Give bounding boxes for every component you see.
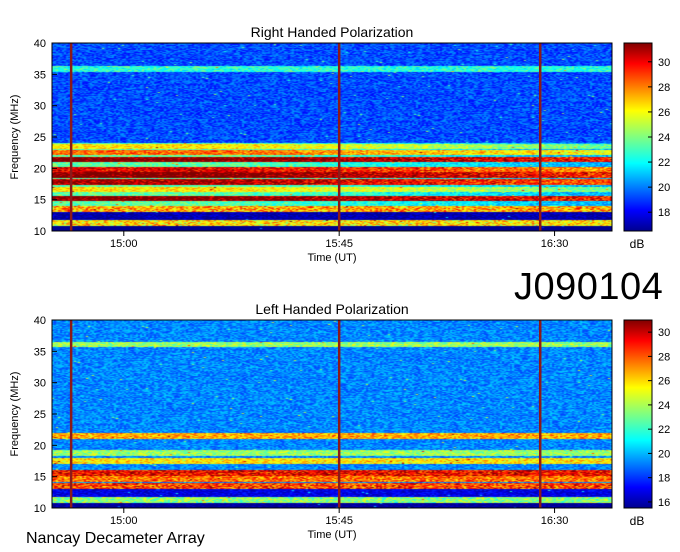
- colorbar-tick-label: 30: [658, 327, 670, 339]
- panel-title: Left Handed Polarization: [255, 301, 408, 317]
- x-tick-label: 15:45: [325, 238, 353, 250]
- x-axis: 15:00 15:45 16:30: [110, 508, 568, 527]
- y-tick-label: 30: [34, 378, 46, 390]
- y-axis-label: Frequency (MHz): [9, 95, 21, 180]
- colorbar-tick-label: 26: [658, 376, 670, 388]
- panel-right-polarization: Right Handed Polarization 10 15 20 25 30 35 40…: [9, 24, 670, 264]
- y-tick-label: 20: [34, 440, 46, 452]
- y-axis-label: Frequency (MHz): [9, 372, 21, 457]
- x-tick-label: 15:00: [110, 515, 138, 527]
- panel-title: Right Handed Polarization: [251, 24, 414, 40]
- y-tick-label: 25: [34, 132, 46, 144]
- y-tick-label: 10: [34, 226, 46, 238]
- observation-id: J090104: [514, 266, 664, 308]
- x-tick-label: 15:00: [110, 238, 138, 250]
- colorbar: [623, 319, 653, 509]
- colorbar-tick-label: 26: [658, 107, 670, 119]
- instrument-label: Nancay Decameter Array: [26, 530, 205, 547]
- x-axis: 15:00 15:45 16:30: [110, 231, 568, 250]
- y-tick-label: 30: [34, 101, 46, 113]
- y-tick-label: 10: [34, 503, 46, 515]
- y-tick-label: 15: [34, 195, 46, 207]
- colorbar-tick-label: 18: [658, 473, 670, 485]
- colorbar-label: dB: [630, 237, 645, 251]
- panel-left-polarization: Left Handed Polarization 10152025303540 …: [9, 301, 670, 541]
- y-tick-label: 40: [34, 38, 46, 50]
- colorbar-tick-label: 24: [658, 132, 670, 144]
- y-tick-label: 35: [34, 346, 46, 358]
- colorbar-tick-label: 16: [658, 497, 670, 509]
- colorbar-tick-label: 20: [658, 182, 670, 194]
- colorbar-tick-label: 22: [658, 424, 670, 436]
- colorbar-tick-label: 18: [658, 207, 670, 219]
- x-axis-label: Time (UT): [307, 529, 356, 541]
- x-tick-label: 15:45: [325, 515, 353, 527]
- colorbar-tick-label: 24: [658, 400, 670, 412]
- y-tick-label: 15: [34, 472, 46, 484]
- colorbar: [623, 42, 653, 232]
- colorbar-tick-label: 22: [658, 157, 670, 169]
- colorbar-label: dB: [630, 514, 645, 528]
- x-tick-label: 16:30: [541, 515, 569, 527]
- colorbar-tick-label: 30: [658, 57, 670, 69]
- y-tick-label: 40: [34, 315, 46, 327]
- y-tick-label: 35: [34, 69, 46, 81]
- spectrogram-image: [52, 320, 612, 508]
- y-tick-label: 25: [34, 409, 46, 421]
- colorbar-tick-label: 20: [658, 448, 670, 460]
- x-tick-label: 16:30: [541, 238, 569, 250]
- colorbar-tick-label: 28: [658, 351, 670, 363]
- spectrogram-image: [52, 43, 612, 231]
- y-tick-label: 20: [34, 163, 46, 175]
- x-axis-label: Time (UT): [307, 252, 356, 264]
- colorbar-tick-label: 28: [658, 82, 670, 94]
